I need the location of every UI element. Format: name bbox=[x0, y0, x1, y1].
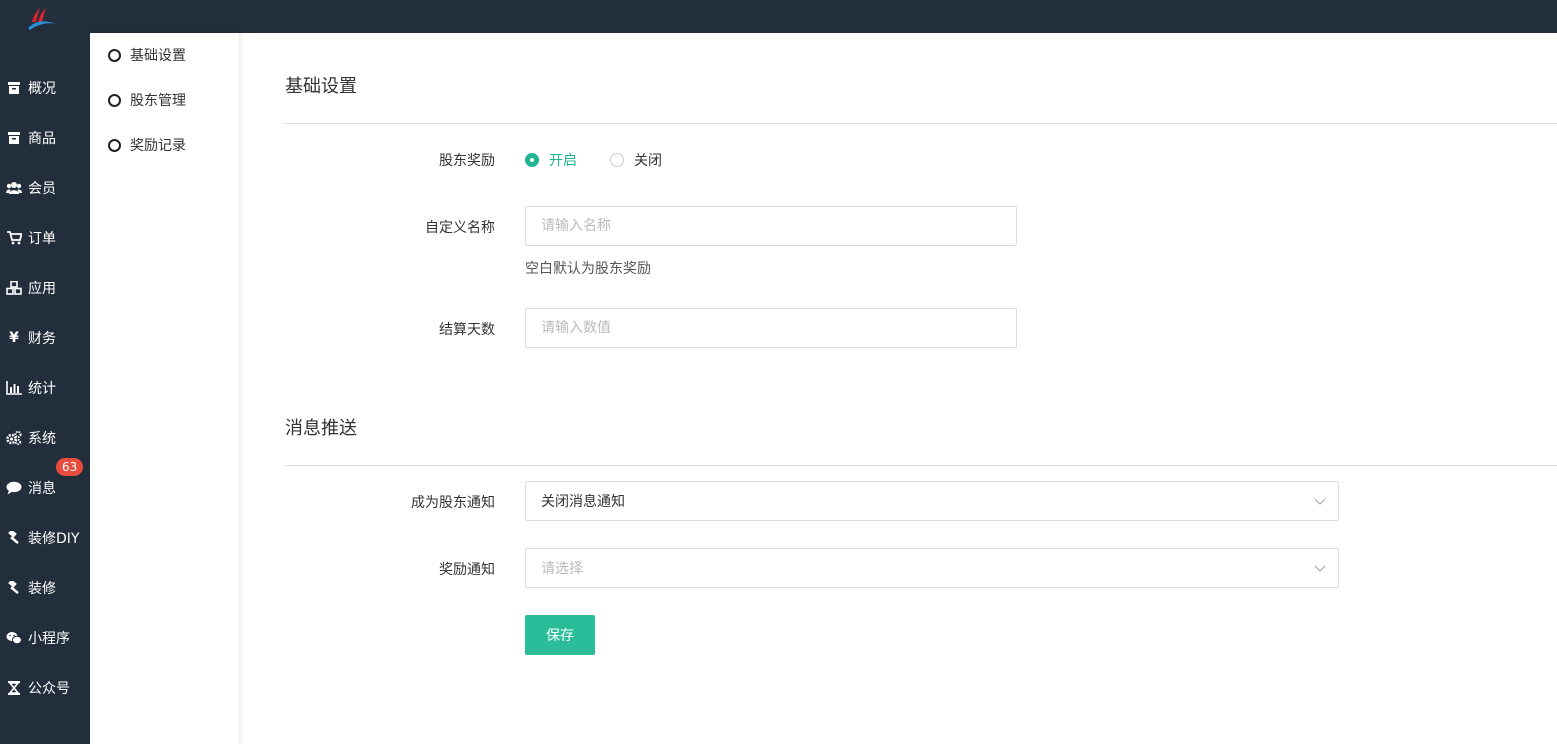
select-value: 关闭消息通知 bbox=[541, 494, 625, 510]
main-sidebar: 概况 商品 会员 订单 应用 ¥ 财务 统计 系统 消息 63 装修DIY 装修 bbox=[0, 33, 90, 744]
radio-selected-icon bbox=[525, 153, 539, 167]
shareholder-notify-label: 成为股东通知 bbox=[411, 495, 495, 511]
reward-label: 股东奖励 bbox=[439, 153, 495, 169]
sidebar-item-system[interactable]: 系统 bbox=[0, 413, 90, 463]
sidebar-item-label: 应用 bbox=[28, 281, 56, 297]
sub-navigation: 基础设置 股东管理 奖励记录 bbox=[90, 33, 240, 744]
shareholder-notify-select[interactable]: 关闭消息通知 bbox=[525, 481, 1339, 521]
circle-icon bbox=[108, 93, 121, 107]
sidebar-item-label: 订单 bbox=[28, 231, 56, 247]
sidebar-item-label: 概况 bbox=[28, 81, 56, 97]
save-button[interactable]: 保存 bbox=[525, 615, 595, 655]
reward-notify-select[interactable]: 请选择 bbox=[525, 548, 1339, 588]
subnav-item-label: 奖励记录 bbox=[130, 138, 186, 154]
sidebar-item-label: 商品 bbox=[28, 131, 56, 147]
sidebar-item-label: 统计 bbox=[28, 381, 56, 397]
gears-icon bbox=[6, 430, 22, 446]
reward-off-label: 关闭 bbox=[634, 153, 662, 169]
settlement-days-input[interactable] bbox=[525, 308, 1017, 348]
sidebar-item-apps[interactable]: 应用 bbox=[0, 263, 90, 313]
section-title-basic-settings: 基础设置 bbox=[285, 76, 357, 97]
sidebar-item-stats[interactable]: 统计 bbox=[0, 363, 90, 413]
sidebar-item-label: 会员 bbox=[28, 181, 56, 197]
cart-icon bbox=[6, 230, 22, 246]
select-placeholder: 请选择 bbox=[541, 561, 583, 577]
reward-notify-label: 奖励通知 bbox=[439, 562, 495, 578]
box-icon bbox=[6, 130, 22, 146]
custom-name-label: 自定义名称 bbox=[425, 220, 495, 236]
subnav-item-label: 基础设置 bbox=[130, 48, 186, 64]
settlement-days-label: 结算天数 bbox=[439, 322, 495, 338]
divider bbox=[285, 123, 1557, 124]
sidebar-item-label: 装修 bbox=[28, 581, 56, 597]
message-count-badge: 63 bbox=[56, 458, 84, 476]
reward-off-radio[interactable]: 关闭 bbox=[610, 150, 662, 170]
sidebar-item-label: 财务 bbox=[28, 331, 56, 347]
sidebar-item-official-account[interactable]: 公众号 bbox=[0, 663, 90, 713]
sidebar-item-orders[interactable]: 订单 bbox=[0, 213, 90, 263]
chevron-down-icon bbox=[1314, 498, 1326, 505]
circle-icon bbox=[108, 48, 121, 62]
sidebar-item-messages[interactable]: 消息 63 bbox=[0, 458, 90, 513]
cubes-icon bbox=[6, 280, 22, 296]
custom-name-input[interactable] bbox=[525, 206, 1017, 246]
wechat-icon bbox=[6, 630, 22, 646]
subnav-item-shareholder-management[interactable]: 股东管理 bbox=[108, 89, 186, 111]
sidebar-item-decor-diy[interactable]: 装修DIY bbox=[0, 513, 90, 563]
yen-icon: ¥ bbox=[9, 330, 19, 346]
subnav-item-basic-settings[interactable]: 基础设置 bbox=[108, 44, 186, 66]
sidebar-item-finance[interactable]: ¥ 财务 bbox=[0, 313, 90, 363]
sidebar-item-label: 小程序 bbox=[28, 631, 70, 647]
circle-icon bbox=[108, 138, 121, 152]
box-icon bbox=[6, 80, 22, 96]
sidebar-item-decor[interactable]: 装修 bbox=[0, 563, 90, 613]
gavel-icon bbox=[6, 580, 22, 596]
sidebar-item-label: 消息 bbox=[28, 481, 56, 497]
sidebar-item-label: 装修DIY bbox=[28, 531, 80, 547]
reward-on-label: 开启 bbox=[549, 153, 577, 169]
section-title-message-push: 消息推送 bbox=[285, 418, 357, 439]
reward-on-radio[interactable]: 开启 bbox=[525, 150, 577, 170]
gavel-icon bbox=[6, 530, 22, 546]
users-icon bbox=[6, 180, 22, 196]
sidebar-item-members[interactable]: 会员 bbox=[0, 163, 90, 213]
radio-unselected-icon bbox=[610, 153, 624, 167]
main-content: 基础设置 股东奖励 开启 关闭 自定义名称 空白默认为股东奖励 结算天数 消息推… bbox=[241, 33, 1557, 744]
comment-icon bbox=[6, 480, 22, 496]
sidebar-item-miniprogram[interactable]: 小程序 bbox=[0, 613, 90, 663]
chevron-down-icon bbox=[1314, 565, 1326, 572]
sidebar-item-goods[interactable]: 商品 bbox=[0, 113, 90, 163]
sidebar-item-overview[interactable]: 概况 bbox=[0, 63, 90, 113]
brand-logo[interactable] bbox=[24, 6, 60, 32]
top-bar bbox=[0, 0, 1557, 33]
sidebar-item-label: 公众号 bbox=[28, 681, 70, 697]
custom-name-hint: 空白默认为股东奖励 bbox=[525, 261, 651, 277]
bar-chart-icon bbox=[6, 380, 22, 396]
subnav-item-reward-records[interactable]: 奖励记录 bbox=[108, 134, 186, 156]
divider bbox=[285, 465, 1557, 466]
subnav-item-label: 股东管理 bbox=[130, 93, 186, 109]
sidebar-item-label: 系统 bbox=[28, 431, 56, 447]
hourglass-icon bbox=[6, 680, 22, 696]
